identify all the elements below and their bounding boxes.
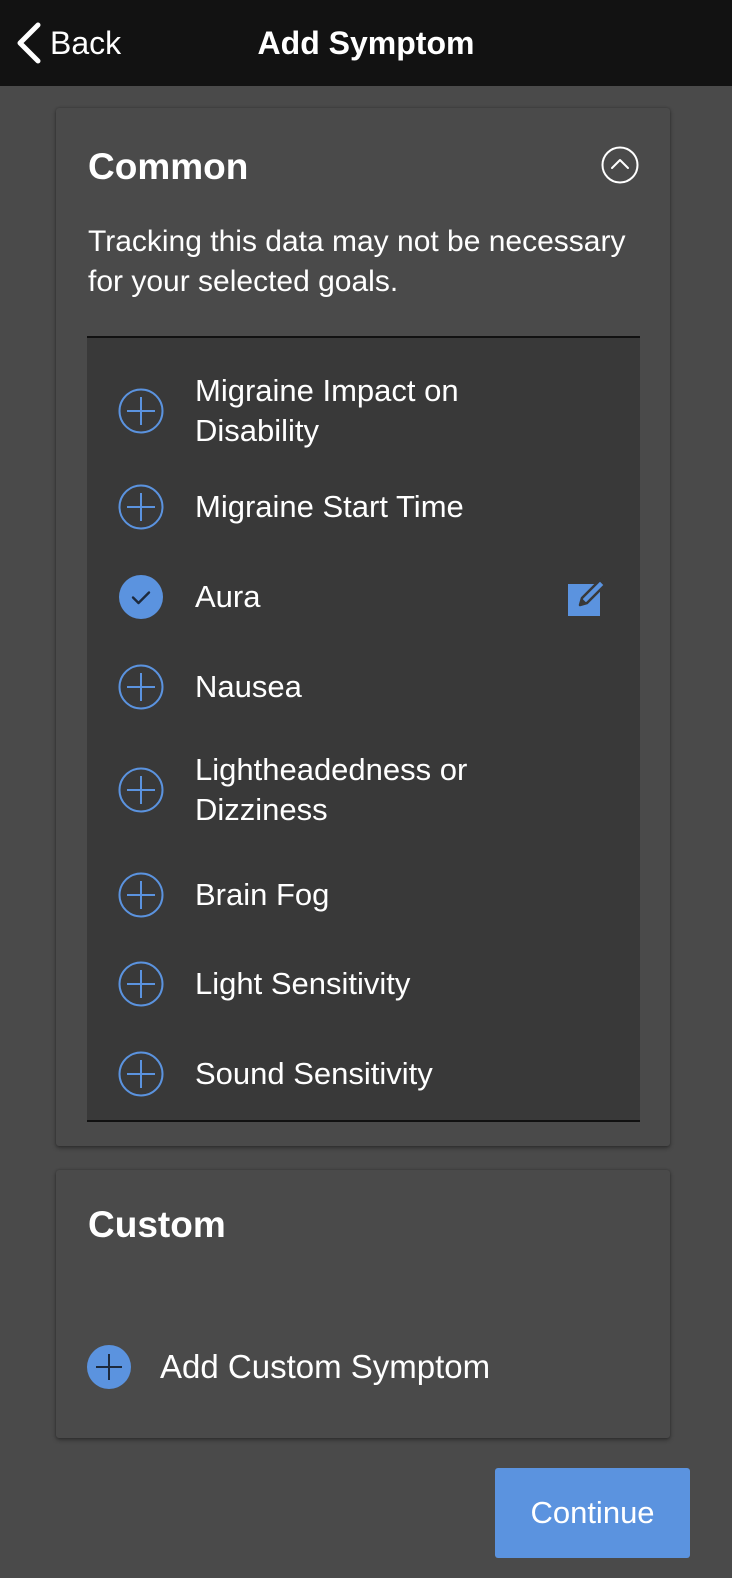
plus-circle-icon	[87, 1345, 131, 1389]
symptom-row[interactable]: Migraine Impact on Disability	[87, 356, 640, 466]
custom-section-title: Custom	[88, 1204, 226, 1245]
symptom-label: Migraine Start Time	[195, 489, 464, 524]
pencil-icon	[568, 578, 607, 616]
plus-circle-icon	[118, 872, 164, 918]
plus-circle-icon	[118, 388, 164, 434]
back-label: Back	[50, 24, 122, 61]
plus-circle-icon	[118, 484, 164, 530]
symptom-label: Lightheadedness or Dizziness	[195, 752, 468, 827]
symptom-list: Migraine Impact on Disability Migraine St…	[87, 336, 640, 1122]
chevron-left-icon	[17, 22, 41, 64]
symptom-row[interactable]: Nausea	[87, 646, 640, 728]
add-custom-symptom-label: Add Custom Symptom	[160, 1348, 491, 1385]
continue-button[interactable]: Continue	[495, 1468, 690, 1558]
plus-circle-icon	[118, 1051, 164, 1097]
check-circle-icon	[119, 575, 163, 619]
symptom-row[interactable]: Lightheadedness or Dizziness	[87, 728, 640, 852]
goals-note: Tracking this data may not be necessary …	[88, 225, 626, 298]
plus-circle-icon	[118, 767, 164, 813]
common-card: Common Tracking this data may not be nec…	[56, 108, 670, 1146]
symptom-label: Sound Sensitivity	[195, 1056, 433, 1091]
chevron-up-circle-icon	[601, 146, 639, 184]
plus-circle-icon	[118, 664, 164, 710]
plus-circle-icon	[118, 961, 164, 1007]
edit-button[interactable]	[565, 575, 609, 619]
symptom-label: Light Sensitivity	[195, 966, 411, 1001]
symptom-row[interactable]: Sound Sensitivity	[87, 1030, 640, 1118]
symptom-row[interactable]: Light Sensitivity	[87, 938, 640, 1030]
symptom-row[interactable]: Migraine Start Time	[87, 466, 640, 548]
back-button[interactable]: Back	[14, 18, 121, 68]
collapse-button[interactable]	[601, 146, 639, 184]
custom-card: Custom Add Custom Symptom	[56, 1170, 670, 1438]
top-navigation-bar: Back Add Symptom	[0, 0, 732, 86]
symptom-label: Migraine Impact on Disability	[195, 373, 459, 448]
common-section-title: Common	[88, 146, 249, 187]
symptom-row[interactable]: Brain Fog	[87, 852, 640, 938]
symptom-label: Nausea	[195, 669, 302, 704]
symptom-label: Aura	[195, 579, 261, 614]
symptom-row[interactable]: Aura	[87, 548, 640, 646]
symptom-label: Brain Fog	[195, 877, 330, 912]
add-custom-symptom-button[interactable]: Add Custom Symptom	[86, 1340, 490, 1394]
